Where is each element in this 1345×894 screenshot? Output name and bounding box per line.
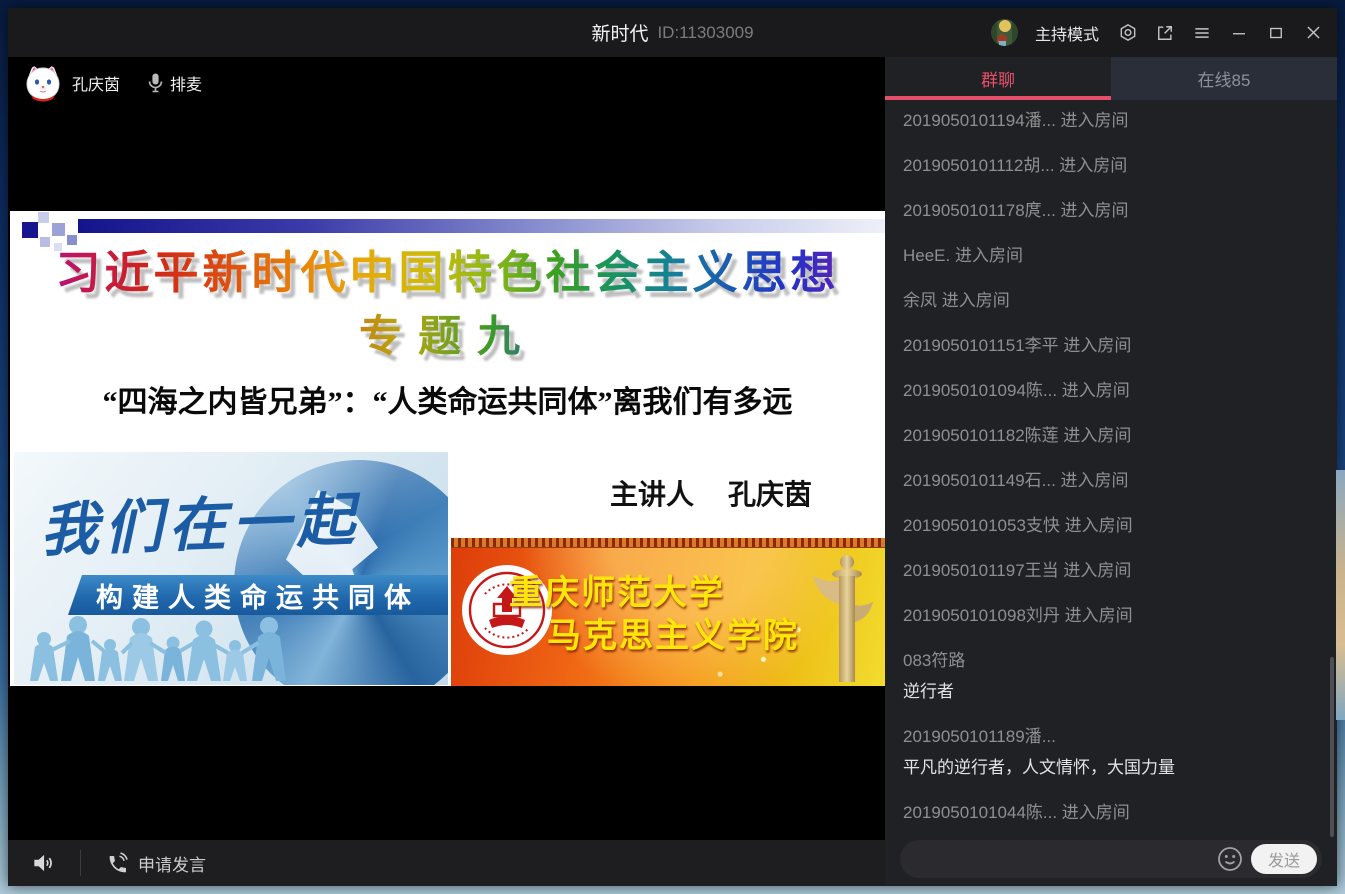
slide-title-line2: 专题九 [10, 302, 885, 364]
close-icon[interactable] [1303, 23, 1323, 43]
chat-system-message: 2019050101094陈... 进入房间 [903, 380, 1337, 402]
title-bar: 新时代 ID:11303009 主持模式 [8, 8, 1337, 57]
community-poster-image: 我们在一起 构建人类命运共同体 [14, 452, 448, 685]
host-mode-label[interactable]: 主持模式 [1035, 21, 1099, 45]
chat-message-list[interactable]: 2019050101194潘... 进入房间 2019050101112胡... … [885, 100, 1337, 832]
chat-system-message: 2019050101112胡... 进入房间 [903, 155, 1337, 177]
host-avatar[interactable] [991, 19, 1018, 46]
maximize-icon[interactable] [1266, 23, 1286, 43]
presenter-avatar[interactable] [24, 64, 62, 102]
slide-presenter-line: 主讲人 孔庆茵 [610, 473, 812, 513]
speaker-icon[interactable] [30, 850, 56, 876]
request-speak-label: 申请发言 [138, 851, 206, 876]
emoji-icon[interactable] [1217, 846, 1243, 872]
chat-system-message: 2019050101098刘丹 进入房间 [903, 605, 1337, 627]
slide-subtitle: “四海之内皆兄弟”：“人类命运共同体”离我们有多远 [10, 377, 885, 421]
room-id: ID:11303009 [657, 23, 753, 43]
chat-system-message: 2019050101053支快 进入房间 [903, 515, 1337, 537]
divider [80, 850, 81, 876]
chat-system-message: 2019050101149石... 进入房间 [903, 470, 1337, 492]
chat-scrollbar[interactable] [1330, 657, 1334, 837]
chat-input-bar: 发送 [885, 832, 1337, 886]
slide-presenter-prefix: 主讲人 [610, 473, 694, 513]
chat-system-message: 2019050101044陈... 进入房间 [903, 802, 1337, 824]
chat-system-message: 余凤 进入房间 [903, 290, 1337, 312]
chat-system-message: 2019050101194潘... 进入房间 [903, 110, 1337, 132]
room-title: 新时代 [591, 19, 648, 46]
menu-icon[interactable] [1192, 23, 1212, 43]
mic-icon [148, 73, 163, 93]
presenter-name: 孔庆茵 [72, 71, 120, 95]
tab-online-users[interactable]: 在线85 [1111, 57, 1337, 100]
chat-system-message: 2019050101151李平 进入房间 [903, 335, 1337, 357]
banner-school-name: 马克思主义学院 [547, 608, 799, 657]
chat-message-sender: 2019050101189潘... [903, 726, 1337, 748]
chat-system-message: 2019050101197王当 进入房间 [903, 560, 1337, 582]
slide-decoration [52, 223, 65, 236]
slide-decoration [38, 212, 49, 223]
host-avatar-image [991, 19, 1018, 46]
mic-queue-label: 排麦 [170, 71, 202, 95]
slide-title-line1: 习近平新时代中国特色社会主义思想 [10, 236, 885, 301]
send-button[interactable]: 发送 [1251, 844, 1317, 874]
mic-queue[interactable]: 排麦 [148, 71, 202, 95]
request-speak-button[interactable]: 申请发言 [105, 851, 206, 876]
banner-border-pattern [451, 538, 885, 548]
huabiao-column-graphic [809, 552, 879, 682]
tab-group-chat[interactable]: 群聊 [885, 57, 1111, 100]
chat-input-box[interactable]: 发送 [900, 840, 1322, 878]
chat-tabs: 群聊 在线85 [885, 57, 1337, 100]
chat-system-message: 2019050101182陈莲 进入房间 [903, 425, 1337, 447]
banner-university-name: 重庆师范大学 [509, 565, 725, 614]
chat-system-message: HeeE. 进入房间 [903, 245, 1337, 267]
chat-message-text: 逆行者 [903, 681, 1337, 703]
chat-system-message: 2019050101178庹... 进入房间 [903, 200, 1337, 222]
chat-message-text: 平凡的逆行者，人文情怀，大国力量 [903, 757, 1337, 779]
video-stage: 孔庆茵 排麦 习近平新时代中国特色 [8, 57, 885, 886]
minimize-icon[interactable] [1229, 23, 1249, 43]
presentation-slide: 习近平新时代中国特色社会主义思想 专题九 “四海之内皆兄弟”：“人类命运共同体”… [10, 211, 885, 686]
people-silhouettes-image [26, 601, 336, 683]
pop-out-icon[interactable] [1155, 23, 1175, 43]
chat-input[interactable] [914, 850, 1217, 868]
poster-headline: 我们在一起 [39, 472, 362, 567]
settings-gear-icon[interactable] [1118, 23, 1138, 43]
app-window: 新时代 ID:11303009 主持模式 [8, 8, 1337, 886]
chat-message-sender: 083符路 [903, 650, 1337, 672]
slide-presenter-name: 孔庆茵 [728, 473, 812, 513]
chat-panel: 群聊 在线85 2019050101194潘... 进入房间2019050101… [885, 57, 1337, 886]
university-banner-image: 重庆师范大学 马克思主义学院 [451, 538, 885, 686]
slide-decoration-bar [78, 219, 885, 233]
phone-call-icon [105, 851, 129, 875]
desktop: { "window": { "title": "新时代", "room_id":… [0, 0, 1345, 894]
stage-control-bar: 申请发言 [8, 840, 885, 886]
